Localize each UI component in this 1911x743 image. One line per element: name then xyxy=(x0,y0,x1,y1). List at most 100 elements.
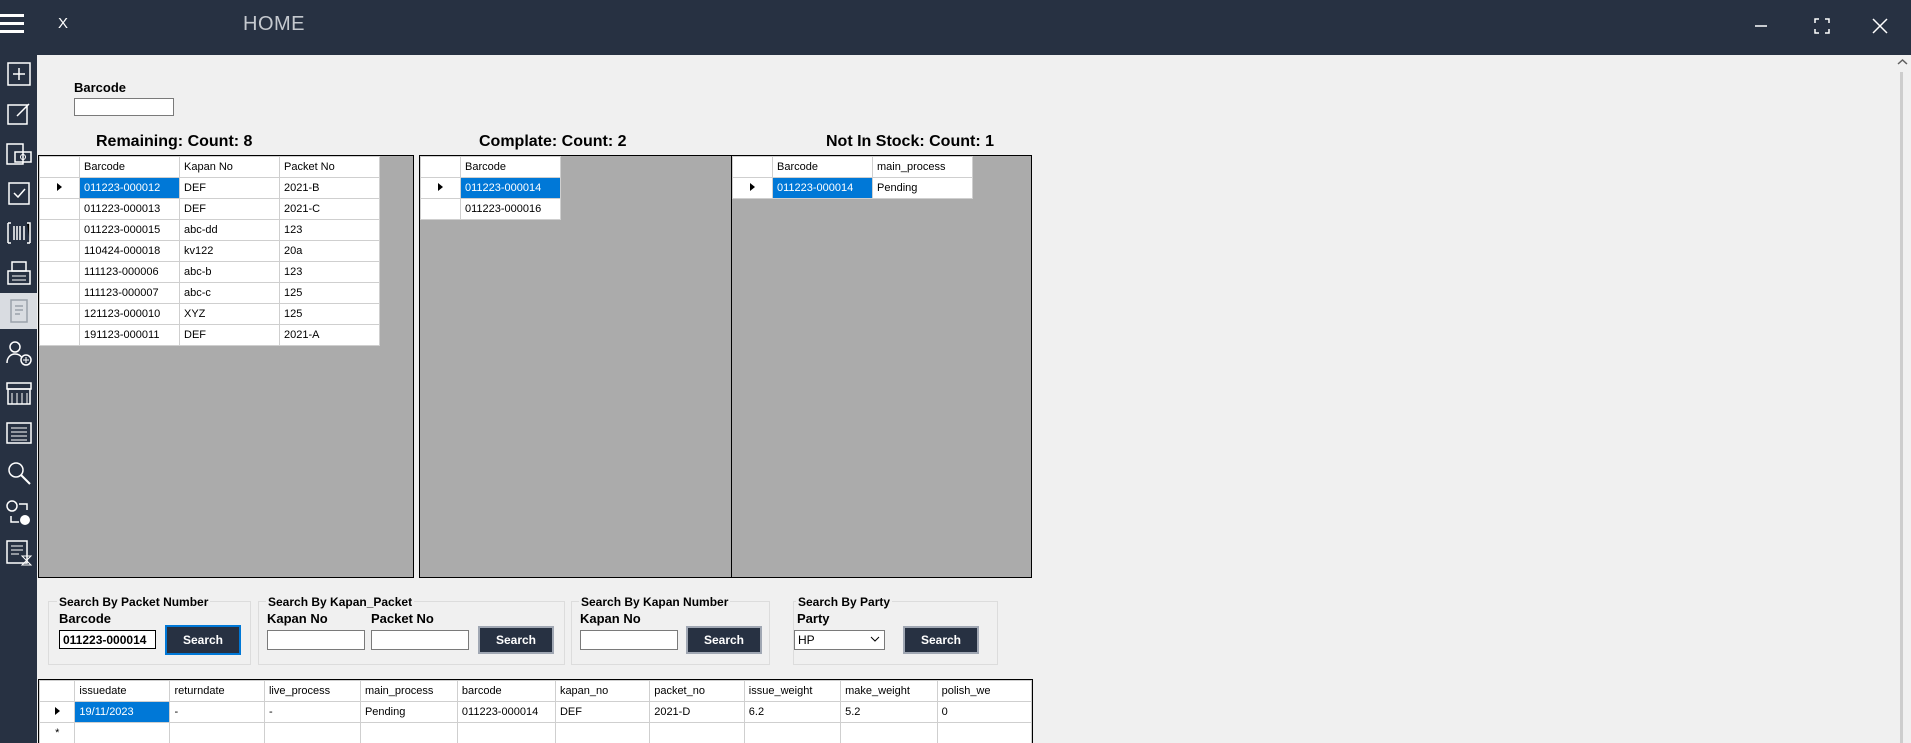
money-icon[interactable] xyxy=(0,135,37,171)
table-cell[interactable]: 2021-C xyxy=(279,198,380,220)
kapan-no-input[interactable] xyxy=(267,630,365,650)
column-header-issuedate[interactable]: issuedate xyxy=(74,680,171,702)
search-party-button[interactable]: Search xyxy=(903,626,979,654)
table-cell[interactable]: 125 xyxy=(279,303,380,325)
not-in-stock-grid[interactable]: Barcode main_process 011223-000014 Pendin… xyxy=(731,155,1032,578)
pending-list-icon[interactable] xyxy=(0,535,37,571)
scrollbar-thumb[interactable] xyxy=(1900,72,1903,743)
column-header-barcode[interactable]: Barcode xyxy=(772,156,873,178)
table-cell[interactable]: abc-c xyxy=(179,282,280,304)
table-cell[interactable]: DEF xyxy=(179,324,280,346)
list-icon[interactable] xyxy=(0,415,37,451)
column-header-packet-no[interactable]: Packet No xyxy=(279,156,380,178)
table-row[interactable]: 011223-000015 abc-dd 123 xyxy=(39,219,380,241)
table-cell[interactable]: 011223-000012 xyxy=(79,177,180,199)
table-cell[interactable]: kv122 xyxy=(179,240,280,262)
complate-grid[interactable]: Barcode 011223-000014 011223-000016 xyxy=(419,155,733,578)
table-cell[interactable]: - xyxy=(169,701,265,723)
kapan-number-input[interactable] xyxy=(580,630,678,650)
table-cell[interactable] xyxy=(74,722,171,743)
search-packet-button[interactable]: Search xyxy=(165,625,241,655)
table-cell[interactable]: 0 xyxy=(936,701,1032,723)
column-header-kapan-no[interactable]: kapan_no xyxy=(554,680,651,702)
table-cell[interactable]: 011223-000013 xyxy=(79,198,180,220)
party-select[interactable]: HP xyxy=(794,630,885,650)
table-row[interactable]: 121123-000010 XYZ 125 xyxy=(39,303,380,325)
details-grid[interactable]: issuedate returndate live_process main_p… xyxy=(38,679,1033,743)
table-cell[interactable] xyxy=(743,722,842,743)
table-row[interactable]: 110424-000018 kv122 20a xyxy=(39,240,380,262)
table-cell[interactable]: 2021-D xyxy=(649,701,745,723)
table-cell[interactable] xyxy=(554,722,651,743)
search-icon[interactable] xyxy=(0,455,37,491)
table-row[interactable]: 191123-000011 DEF 2021-A xyxy=(39,324,380,346)
table-cell[interactable]: DEF xyxy=(179,177,280,199)
remaining-grid[interactable]: Barcode Kapan No Packet No 011223-000012… xyxy=(38,155,414,578)
table-cell[interactable]: 011223-000015 xyxy=(79,219,180,241)
table-row[interactable]: 011223-000012 DEF 2021-B xyxy=(39,177,380,199)
table-cell[interactable]: 123 xyxy=(279,261,380,283)
column-header-make-weight[interactable]: make_weight xyxy=(840,680,938,702)
packet-no-input[interactable] xyxy=(371,630,469,650)
table-cell[interactable]: 111123-000006 xyxy=(79,261,180,283)
table-row[interactable]: 011223-000016 xyxy=(420,198,561,220)
table-row[interactable]: 111123-000006 abc-b 123 xyxy=(39,261,380,283)
table-cell[interactable]: XYZ xyxy=(179,303,280,325)
table-cell[interactable]: 121123-000010 xyxy=(79,303,180,325)
barcode-icon[interactable] xyxy=(0,215,37,251)
table-cell[interactable]: 011223-000014 xyxy=(772,177,873,199)
column-header-polish-weight[interactable]: polish_we xyxy=(936,680,1032,702)
table-cell[interactable] xyxy=(936,722,1032,743)
table-row[interactable]: 111123-000007 abc-c 125 xyxy=(39,282,380,304)
checklist-icon[interactable] xyxy=(0,175,37,211)
minimize-icon[interactable] xyxy=(1749,14,1773,38)
add-icon[interactable] xyxy=(0,56,37,92)
column-header-live-process[interactable]: live_process xyxy=(263,680,361,702)
scroll-up-icon[interactable] xyxy=(1894,55,1911,69)
new-table-row[interactable]: * xyxy=(39,722,1032,743)
close-home-tab-button[interactable]: X xyxy=(58,15,68,32)
add-user-icon[interactable] xyxy=(0,335,37,371)
hamburger-menu-icon[interactable] xyxy=(0,14,24,38)
table-cell[interactable]: DEF xyxy=(179,198,280,220)
table-row[interactable]: 19/11/2023 - - Pending 011223-000014 DEF… xyxy=(39,701,1032,723)
table-cell[interactable]: 6.2 xyxy=(743,701,842,723)
close-window-icon[interactable] xyxy=(1868,14,1892,38)
table-row[interactable]: 011223-000014 xyxy=(420,177,561,199)
exchange-icon[interactable] xyxy=(0,495,37,531)
table-cell[interactable]: 011223-000014 xyxy=(460,177,561,199)
barcode-input[interactable] xyxy=(74,98,174,116)
table-cell[interactable]: abc-dd xyxy=(179,219,280,241)
column-header-kapan-no[interactable]: Kapan No xyxy=(179,156,280,178)
table-cell[interactable]: Pending xyxy=(872,177,973,199)
vertical-scrollbar[interactable] xyxy=(1894,55,1911,743)
column-header-main-process[interactable]: main_process xyxy=(872,156,973,178)
table-cell[interactable]: 5.2 xyxy=(840,701,938,723)
table-cell[interactable]: - xyxy=(263,701,361,723)
table-cell[interactable]: 110424-000018 xyxy=(79,240,180,262)
table-cell[interactable]: 011223-000016 xyxy=(460,198,561,220)
table-cell[interactable] xyxy=(649,722,745,743)
table-cell[interactable]: 20a xyxy=(279,240,380,262)
column-header-barcode[interactable]: Barcode xyxy=(460,156,561,178)
maximize-icon[interactable] xyxy=(1810,14,1834,38)
table-cell[interactable]: 123 xyxy=(279,219,380,241)
table-cell[interactable]: 111123-000007 xyxy=(79,282,180,304)
table-cell[interactable]: 2021-B xyxy=(279,177,380,199)
table-cell[interactable] xyxy=(263,722,361,743)
table-cell[interactable]: 191123-000011 xyxy=(79,324,180,346)
edit-icon[interactable] xyxy=(0,95,37,131)
search-kapan-packet-button[interactable]: Search xyxy=(478,626,554,654)
table-cell[interactable] xyxy=(359,722,458,743)
column-header-barcode[interactable]: Barcode xyxy=(79,156,180,178)
table-cell[interactable]: 19/11/2023 xyxy=(74,701,171,723)
report-icon[interactable] xyxy=(0,293,37,329)
table-cell[interactable]: 2021-A xyxy=(279,324,380,346)
table-cell[interactable]: Pending xyxy=(359,701,458,723)
column-header-returndate[interactable]: returndate xyxy=(169,680,265,702)
column-header-main-process[interactable]: main_process xyxy=(359,680,458,702)
table-cell[interactable] xyxy=(840,722,938,743)
search-kapan-button[interactable]: Search xyxy=(686,626,762,654)
table-row[interactable]: 011223-000014 Pending xyxy=(732,177,973,199)
table-cell[interactable]: 125 xyxy=(279,282,380,304)
